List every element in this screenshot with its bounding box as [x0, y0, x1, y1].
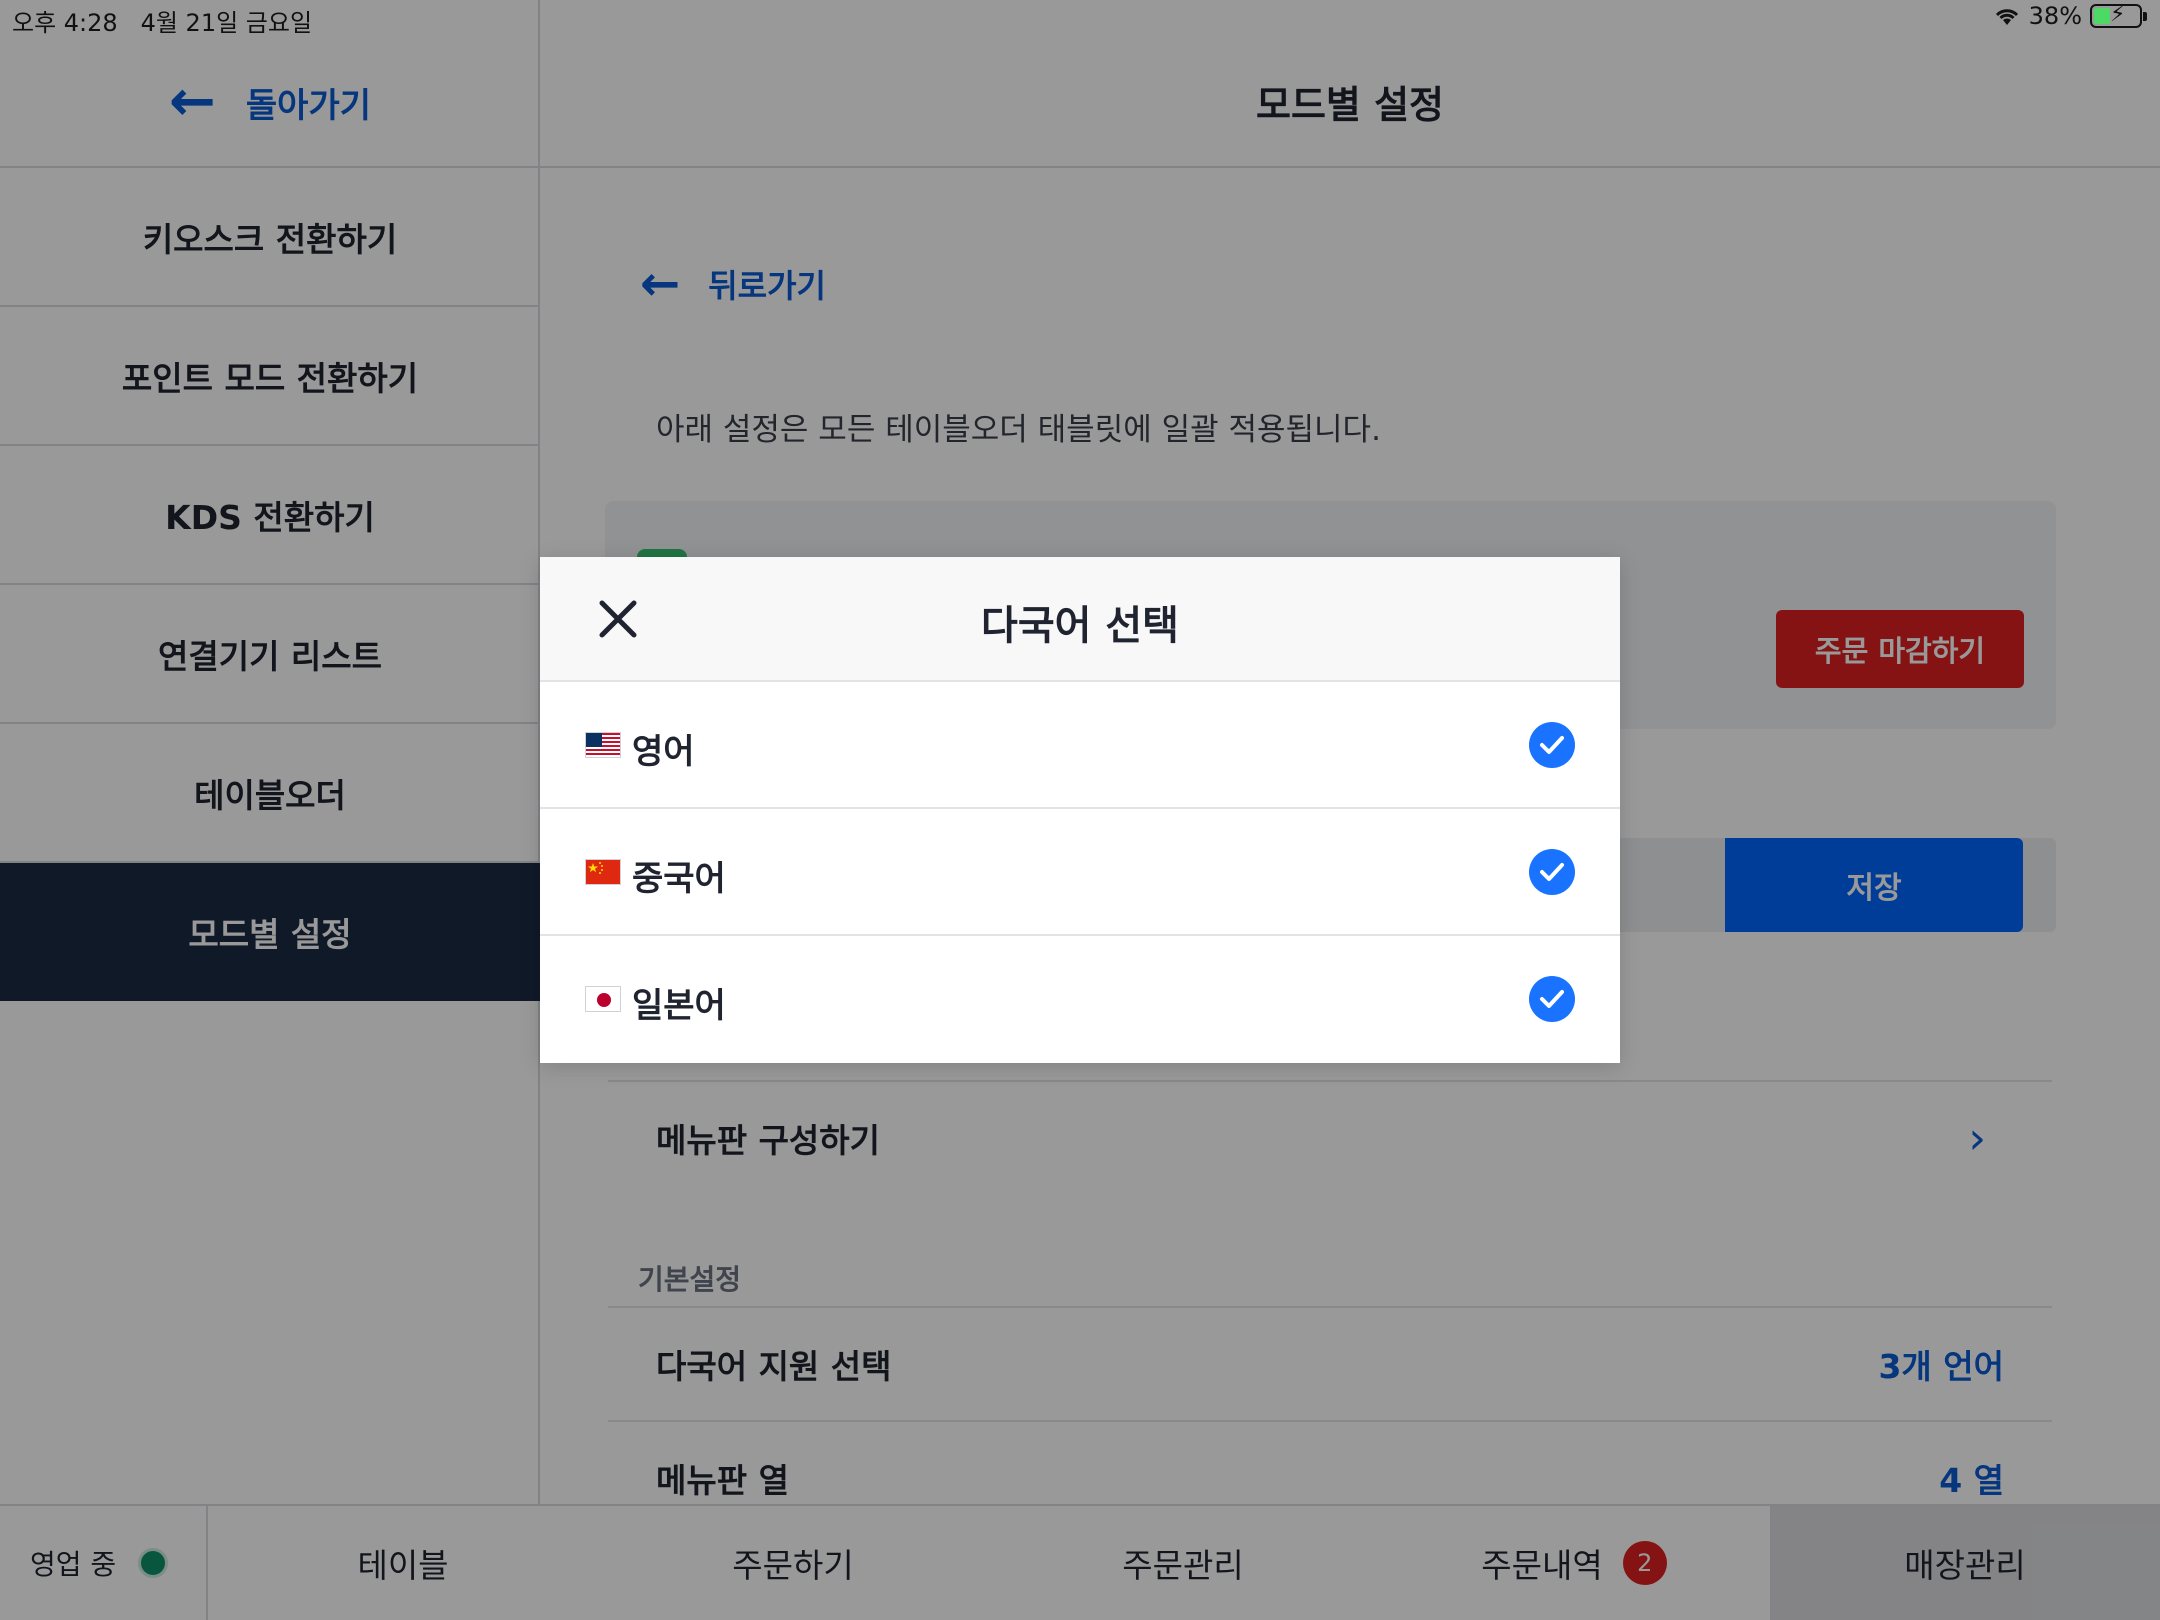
language-option-english[interactable]: 영어	[540, 682, 1620, 809]
status-date: 4월 21일 금요일	[140, 9, 313, 37]
language-option-label: 일본어	[632, 986, 726, 1026]
battery-icon: ⚡	[2090, 2, 2147, 28]
modal-header: 다국어 선택	[540, 557, 1620, 682]
us-flag-icon	[585, 732, 621, 758]
status-bar: 오후 4:28 4월 21일 금요일 38% ⚡	[0, 0, 2160, 38]
language-option-label: 영어	[632, 732, 695, 772]
status-time-text: 오후 4:28	[12, 9, 118, 37]
status-time: 오후 4:28 4월 21일 금요일	[12, 3, 312, 38]
checkmark-icon[interactable]	[1529, 849, 1575, 895]
checkmark-icon[interactable]	[1529, 976, 1575, 1022]
cn-flag-icon	[585, 859, 621, 885]
wifi-icon	[1995, 9, 2018, 25]
checkmark-icon[interactable]	[1529, 722, 1575, 768]
language-select-modal: 다국어 선택 영어 중국어 일본어	[540, 557, 1620, 1063]
status-right: 38% ⚡	[1993, 2, 2147, 30]
language-option-japanese[interactable]: 일본어	[540, 936, 1620, 1063]
modal-title: 다국어 선택	[981, 603, 1179, 649]
battery-percent: 38%	[2028, 2, 2082, 30]
language-option-chinese[interactable]: 중국어	[540, 809, 1620, 936]
jp-flag-icon	[585, 986, 621, 1012]
language-option-label: 중국어	[632, 859, 726, 899]
